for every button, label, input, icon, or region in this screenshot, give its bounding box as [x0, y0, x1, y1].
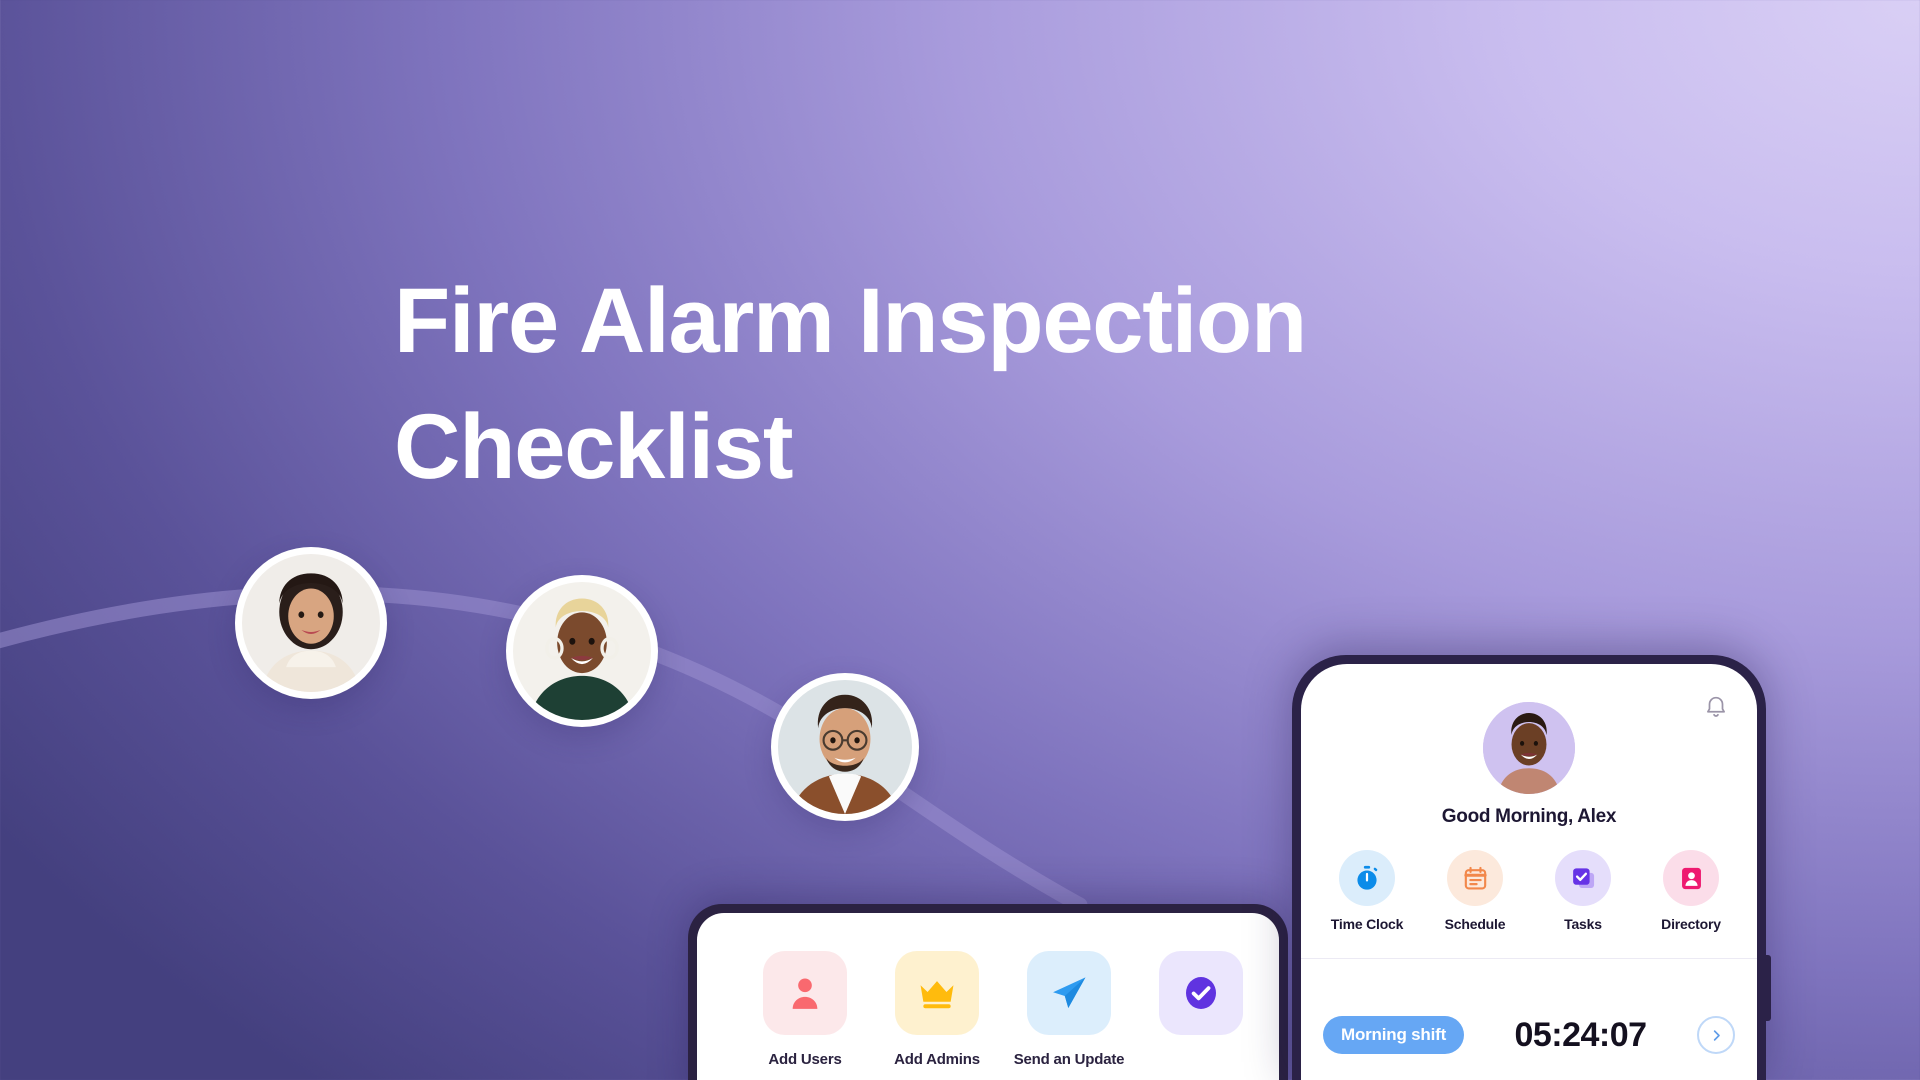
- avatar-photo: [242, 554, 380, 692]
- stopwatch-icon: [1339, 850, 1395, 906]
- nav-label: Tasks: [1564, 916, 1602, 932]
- avatar: [1483, 702, 1575, 794]
- phone-quick-nav: Time Clock Schedule Tasks Directory: [1301, 850, 1757, 932]
- phone-screen: Good Morning, Alex Time Clock Schedule T…: [1301, 664, 1757, 1080]
- nav-label: Directory: [1661, 916, 1721, 932]
- avatar-person-3-illustration: [778, 680, 912, 814]
- avatar-person-1: [235, 547, 387, 699]
- tablet-action-check[interactable]: [1135, 951, 1267, 1068]
- tablet-action-add-users[interactable]: Add Users: [739, 951, 871, 1068]
- contact-card-icon: [1663, 850, 1719, 906]
- tablet-action-label: Add Admins: [894, 1051, 980, 1068]
- check-circle-icon: [1159, 951, 1243, 1035]
- nav-label: Time Clock: [1330, 916, 1404, 932]
- crown-icon: [895, 951, 979, 1035]
- shift-timer-card[interactable]: Morning shift 05:24:07: [1301, 976, 1757, 1080]
- tasks-icon: [1555, 850, 1611, 906]
- tablet-action-label: Go to: [1267, 1051, 1279, 1068]
- avatar-photo: [513, 582, 651, 720]
- avatar-photo: [778, 680, 912, 814]
- user-icon: [763, 951, 847, 1035]
- nav-item-schedule[interactable]: Schedule: [1425, 850, 1525, 932]
- nav-label: Schedule: [1444, 916, 1506, 932]
- avatar-person-1-illustration: [242, 554, 380, 692]
- tablet-mockup: Add Users Add Admins Send an Update: [688, 904, 1288, 1080]
- tablet-action-add-admins[interactable]: Add Admins: [871, 951, 1003, 1068]
- nav-item-directory[interactable]: Directory: [1641, 850, 1741, 932]
- tablet-action-label: Add Users: [768, 1051, 842, 1068]
- calendar-icon: [1447, 850, 1503, 906]
- tablet-screen: Add Users Add Admins Send an Update: [697, 913, 1279, 1080]
- chevron-right-icon[interactable]: [1697, 1016, 1735, 1054]
- phone-avatar-illustration: [1483, 702, 1575, 794]
- greeting-text: Good Morning, Alex: [1441, 806, 1617, 827]
- tablet-quick-actions: Add Users Add Admins Send an Update: [697, 913, 1279, 1068]
- tablet-action-label: Send an Update: [1013, 1051, 1125, 1068]
- bell-icon[interactable]: [1703, 694, 1729, 725]
- avatar-person-2-illustration: [513, 582, 651, 720]
- paper-plane-icon: [1027, 951, 1111, 1035]
- nav-item-time-clock[interactable]: Time Clock: [1317, 850, 1417, 932]
- tablet-action-send-update[interactable]: Send an Update: [1003, 951, 1135, 1068]
- status-badge: Morning shift: [1323, 1016, 1465, 1054]
- phone-mockup: Good Morning, Alex Time Clock Schedule T…: [1292, 655, 1771, 1080]
- avatar-person-3: [771, 673, 919, 821]
- phone-power-button[interactable]: [1765, 955, 1771, 1021]
- shift-elapsed-time: 05:24:07: [1514, 1015, 1647, 1054]
- tablet-action-go-to[interactable]: Go to: [1267, 951, 1279, 1068]
- page-title: Fire Alarm Inspection Checklist: [394, 270, 1307, 498]
- nav-item-tasks[interactable]: Tasks: [1533, 850, 1633, 932]
- avatar-person-2: [506, 575, 658, 727]
- divider: [1301, 958, 1757, 959]
